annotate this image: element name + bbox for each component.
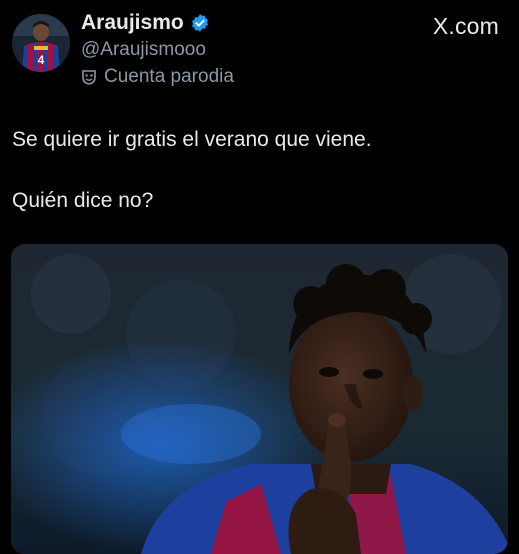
author-handle[interactable]: @Araujismooo [81, 39, 206, 61]
tweet-header: 4 Araujismo @Araujismooo Cuenta parodia … [0, 0, 519, 100]
parody-label-row: Cuenta parodia [81, 66, 234, 88]
parody-label: Cuenta parodia [104, 66, 234, 87]
tweet-text-line-2: Quién dice no? [12, 189, 154, 212]
author-name-row: Araujismo [81, 11, 210, 35]
avatar-image: 4 [12, 14, 70, 72]
verified-badge-icon [191, 14, 208, 32]
parody-mask-icon [82, 70, 96, 85]
photo-player-shushing [11, 244, 508, 554]
tweet-text-line-1: Se quiere ir gratis el verano que viene. [12, 128, 372, 151]
x-brand-watermark: X.com [432, 13, 499, 39]
author-display-name[interactable]: Araujismo [81, 11, 184, 35]
tweet-media-photo[interactable] [11, 244, 508, 554]
avatar[interactable]: 4 [12, 14, 70, 72]
avatar-jersey-number: 4 [38, 53, 45, 67]
